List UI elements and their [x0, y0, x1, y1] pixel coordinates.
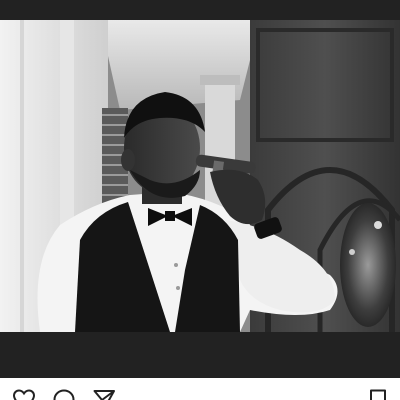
top-dark-bar [0, 0, 400, 20]
post-photo-image [0, 20, 400, 332]
bookmark-icon[interactable] [366, 388, 390, 400]
heart-icon[interactable] [12, 388, 36, 400]
bottom-dark-bar [0, 332, 400, 378]
post-action-bar [0, 382, 400, 400]
comment-icon[interactable] [52, 388, 76, 400]
post-photo[interactable] [0, 20, 400, 332]
send-icon[interactable] [92, 388, 116, 400]
instagram-post-screen [0, 0, 400, 400]
